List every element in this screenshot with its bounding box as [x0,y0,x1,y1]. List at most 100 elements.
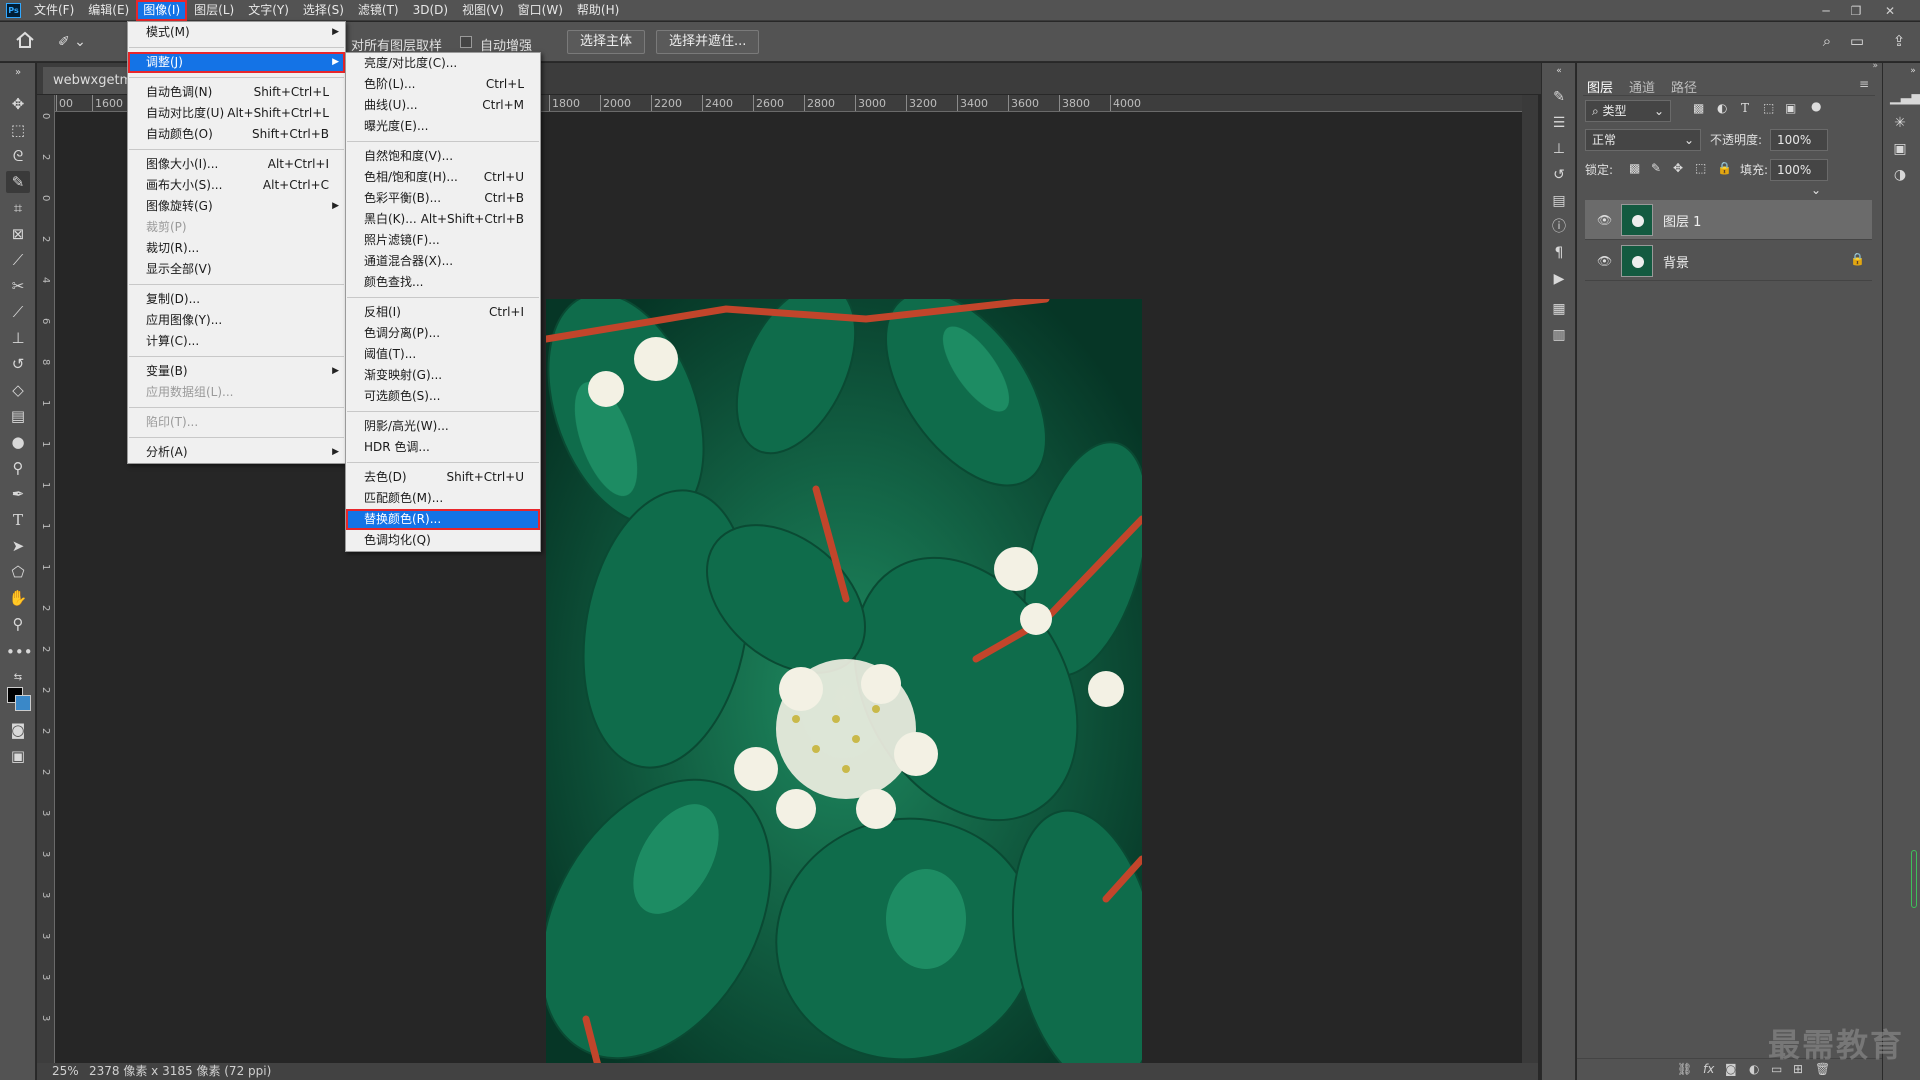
image-menu-item[interactable]: 自动对比度(U) Alt+Shift+Ctrl+L [128,103,345,124]
history-brush-tool-icon[interactable]: ↺ [6,353,30,375]
healing-brush-tool-icon[interactable]: ✂ [6,275,30,297]
clone-source-icon[interactable]: ⊥ [1549,139,1569,159]
new-adjustment-layer-icon[interactable]: ◐ [1749,1062,1759,1076]
adjust-menu-item[interactable]: 色相/饱和度(H)... Ctrl+U [346,167,540,188]
filter-toggle-icon[interactable]: ● [1811,99,1821,113]
layer-style-fx-icon[interactable]: fx [1703,1062,1714,1076]
hand-tool-icon[interactable]: ✋ [6,587,30,609]
adjust-menu-item[interactable]: 色阶(L)... Ctrl+L [346,74,540,95]
close-icon[interactable]: ✕ [1876,0,1904,21]
restore-icon[interactable]: ❐ [1842,0,1870,21]
menu-10[interactable]: 帮助(H) [571,1,625,20]
quick-selection-tool-preset-icon[interactable]: ✐ ⌄ [58,34,94,50]
adjustments-icon[interactable]: ☰ [1549,113,1569,133]
background-color-swatch[interactable] [15,695,31,711]
more-tools-icon[interactable]: ••• [6,641,33,663]
menu-8[interactable]: 视图(V) [456,1,510,20]
marquee-tool-icon[interactable]: ⬚ [6,119,30,141]
menu-3[interactable]: 图层(L) [188,1,240,20]
adjust-menu-item[interactable]: 阈值(T)... [346,344,540,365]
menu-0[interactable]: 文件(F) [28,1,80,20]
adjust-menu-item[interactable]: 渐变映射(G)... [346,365,540,386]
adjust-menu-item[interactable]: 替换颜色(R)... [346,509,540,530]
filter-pixel-icon[interactable]: ▩ [1693,101,1704,115]
layer-row-background[interactable]: 👁 背景 🔒 [1585,241,1872,281]
move-tool-icon[interactable]: ✥ [6,93,30,115]
layer-name[interactable]: 图层 1 [1663,211,1701,230]
image-menu-item[interactable]: 图像旋转(G) ▶ [128,196,345,217]
filter-smart-object-icon[interactable]: ▣ [1785,101,1796,115]
document-dimensions[interactable]: 2378 像素 x 3185 像素 (72 ppi) [89,1063,271,1080]
image-menu-item[interactable]: 自动色调(N) Shift+Ctrl+L [128,82,345,103]
panel-scroll-indicator[interactable] [1911,850,1917,908]
image-menu-item[interactable]: 图像大小(I)... Alt+Ctrl+I [128,154,345,175]
select-subject-button[interactable]: 选择主体 [567,30,646,54]
swatches-icon[interactable]: ◑ [1890,165,1910,185]
color-icon[interactable]: ▣ [1890,139,1910,159]
clone-stamp-tool-icon[interactable]: ⊥ [6,327,30,349]
adjust-menu-item[interactable]: 色调均化(Q) [346,530,540,551]
image-menu-item[interactable]: 应用图像(Y)... [128,310,345,331]
adjust-menu-item[interactable]: 照片滤镜(F)... [346,230,540,251]
adjust-menu-item[interactable]: 色彩平衡(B)... Ctrl+B [346,188,540,209]
menu-1[interactable]: 编辑(E) [82,1,135,20]
eye-icon[interactable]: 👁 [1597,213,1613,227]
image-menu-item[interactable]: 调整(J) ▶ [128,52,345,73]
tab-layers[interactable]: 图层 [1587,77,1613,96]
opacity-input[interactable]: 100%⌄ [1770,129,1828,167]
filter-type-icon[interactable]: T [1741,101,1749,115]
dodge-tool-icon[interactable]: ⚲ [6,457,30,479]
layer-row-1[interactable]: 👁 图层 1 [1585,200,1872,240]
layer-filter-select[interactable]: ⌕ 类型 ⌄ [1585,100,1671,122]
histogram-icon[interactable]: ▁▃▅ [1890,87,1920,107]
share-icon[interactable]: ⇪ [1888,32,1910,52]
tab-channels[interactable]: 通道 [1629,77,1655,96]
eyedropper-tool-icon[interactable]: ⟋ [6,249,30,271]
search-icon[interactable]: ⌕ [1816,32,1838,52]
lock-transparent-icon[interactable]: ▩ [1629,161,1640,175]
collapse-toolbar-icon[interactable]: » [6,62,30,84]
zoom-tool-icon[interactable]: ⚲ [6,613,30,635]
notes-icon[interactable]: ▥ [1549,325,1569,345]
link-layers-icon[interactable]: ⛓ [1677,1062,1692,1076]
home-icon[interactable] [14,30,40,54]
actions-play-icon[interactable]: ▶ [1549,269,1569,289]
history-icon[interactable]: ↺ [1549,165,1569,185]
filter-shape-icon[interactable]: ⬚ [1763,101,1774,115]
menu-2[interactable]: 图像(I) [136,0,188,21]
properties-icon[interactable]: ▤ [1549,191,1569,211]
brush-settings-icon[interactable]: ✎ [1549,87,1569,107]
image-menu-item[interactable]: 模式(M) ▶ [128,22,345,43]
navigator-icon[interactable]: ✳ [1890,113,1910,133]
adjust-menu-item[interactable]: 曝光度(E)... [346,116,540,137]
collapse-panels-right-icon[interactable]: » [1903,61,1920,81]
image-menu-item[interactable]: 计算(C)... [128,331,345,352]
info-icon[interactable]: ⓘ [1549,217,1569,237]
crop-tool-icon[interactable]: ⌗ [6,197,30,219]
eraser-tool-icon[interactable]: ◇ [6,379,30,401]
image-menu-item[interactable]: 分析(A) ▶ [128,442,345,463]
image-menu-item[interactable]: 自动颜色(O) Shift+Ctrl+B [128,124,345,145]
adjust-menu-item[interactable]: 去色(D) Shift+Ctrl+U [346,467,540,488]
lock-image-icon[interactable]: ✎ [1651,161,1661,175]
adjust-menu-item[interactable]: 匹配颜色(M)... [346,488,540,509]
tab-paths[interactable]: 路径 [1671,77,1697,96]
add-mask-icon[interactable]: ◙ [1725,1062,1737,1076]
adjust-menu-item[interactable]: 色调分离(P)... [346,323,540,344]
blend-mode-select[interactable]: 正常 ⌄ [1585,129,1701,151]
fill-input[interactable]: 100% ⌄ [1770,159,1828,197]
panel-menu-icon[interactable]: ≡ [1859,77,1869,91]
menu-7[interactable]: 3D(D) [407,1,454,20]
photoshop-logo-icon[interactable]: Ps [6,2,21,18]
frame-tool-icon[interactable]: ⊠ [6,223,30,245]
image-menu-item[interactable]: 画布大小(S)... Alt+Ctrl+C [128,175,345,196]
lock-all-icon[interactable]: 🔒 [1717,161,1732,175]
select-and-mask-button[interactable]: 选择并遮住... [656,30,760,54]
adjust-menu-item[interactable]: 自然饱和度(V)... [346,146,540,167]
image-menu-item[interactable]: 复制(D)... [128,289,345,310]
screen-mode-icon[interactable]: ▣ [6,745,30,767]
quick-mask-icon[interactable]: ◙ [6,719,30,741]
pen-tool-icon[interactable]: ✒ [6,483,30,505]
layer-name[interactable]: 背景 [1663,252,1689,271]
adjust-menu-item[interactable]: 可选颜色(S)... [346,386,540,407]
